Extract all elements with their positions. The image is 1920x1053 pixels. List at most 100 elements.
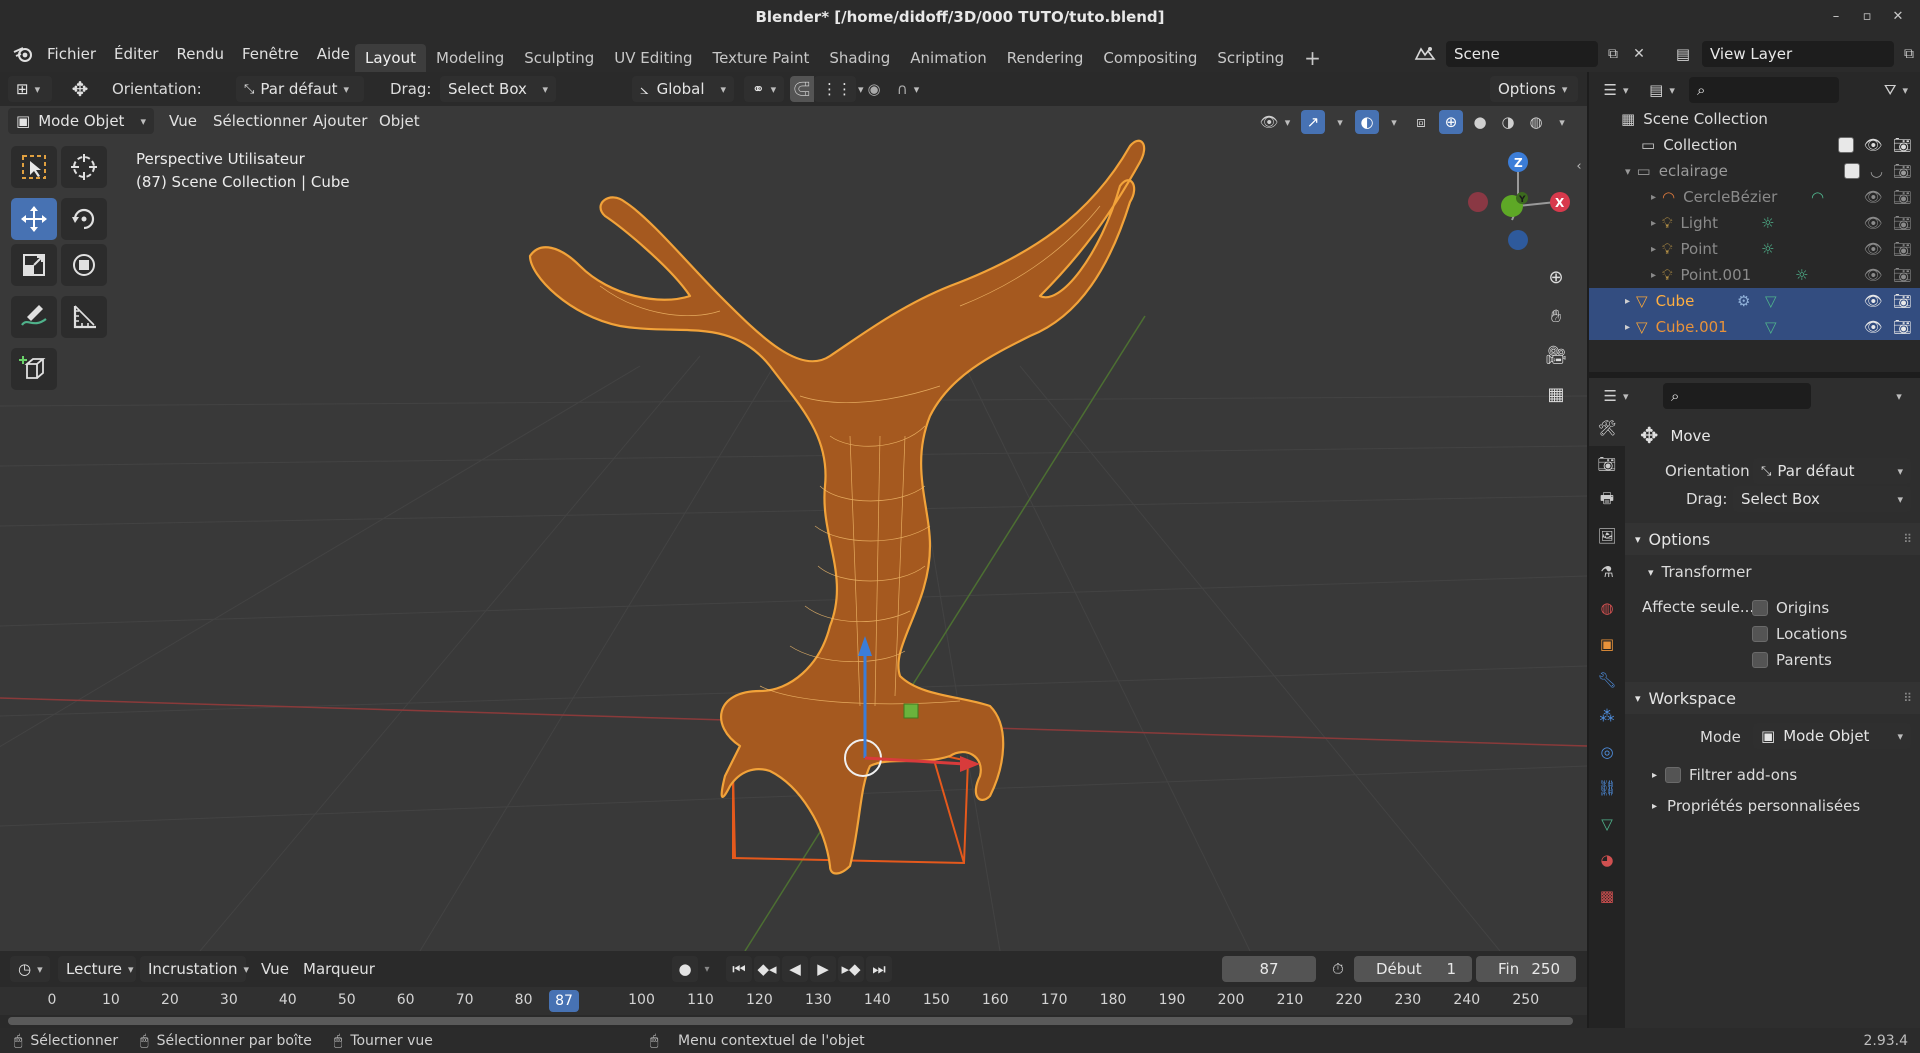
viewport-menu-add[interactable]: Ajouter — [304, 112, 376, 130]
outliner-row-point[interactable]: ▸ 💡︎ Point ☼ 👁︎ 📷︎ — [1589, 236, 1920, 262]
transform-subpanel-header[interactable]: ▾ Transformer — [1648, 560, 1752, 584]
tab-scene[interactable]: ⚗ — [1589, 554, 1625, 590]
prop-drag-dropdown[interactable]: Select Box ▾ — [1733, 486, 1911, 512]
expand-chevron-icon[interactable]: ▸ — [1651, 192, 1656, 203]
properties-editor-icon[interactable]: ☰ ▾ — [1597, 383, 1635, 409]
tool-measure[interactable] — [61, 296, 107, 338]
record-options-icon[interactable]: ▾ — [700, 964, 714, 975]
timeline-menu-marker[interactable]: Marqueur — [294, 960, 384, 978]
tab-modeling[interactable]: Modeling — [426, 44, 514, 72]
menu-file[interactable]: Fichier — [38, 45, 105, 63]
playhead-indicator[interactable]: 87 — [549, 990, 579, 1012]
xray-toggle-icon[interactable]: ⧈ — [1409, 110, 1433, 134]
tab-sculpting[interactable]: Sculpting — [514, 44, 604, 72]
outliner-row-cube-001[interactable]: ▸ ▽ Cube.001 ▽ 👁︎ 📷︎ — [1589, 314, 1920, 340]
tab-rendering[interactable]: Rendering — [997, 44, 1094, 72]
3d-viewport[interactable]: ▣ Mode Objet ▾ Vue Sélectionner Ajouter O… — [0, 106, 1587, 951]
prev-keyframe-icon[interactable]: ◆◂ — [754, 956, 780, 982]
viewport-menu-object[interactable]: Objet — [370, 112, 429, 130]
pivot-point-dropdown[interactable]: ⚭ ▾ — [744, 76, 784, 102]
tab-object[interactable]: ▣ — [1589, 626, 1625, 662]
expand-chevron-icon[interactable]: ▸ — [1625, 322, 1630, 333]
timeline-editor-dropdown[interactable]: ◷ ▾ — [10, 956, 50, 982]
eye-icon[interactable]: 👁︎ — [1864, 188, 1883, 206]
timeline-menu-playback[interactable]: Lecture ▾ — [58, 956, 136, 982]
tab-world[interactable]: ◍ — [1589, 590, 1625, 626]
filter-addons-subpanel[interactable]: ▸ Filtrer add-ons — [1652, 766, 1797, 784]
tool-transform[interactable] — [61, 244, 107, 286]
material-shading-icon[interactable]: ◑ — [1497, 110, 1519, 134]
tool-scale[interactable] — [11, 244, 57, 286]
checkbox[interactable] — [1752, 652, 1768, 668]
timeline-scrollbar[interactable] — [8, 1017, 1573, 1025]
eye-icon[interactable]: 👁︎ — [1864, 318, 1883, 336]
viewport-menu-select[interactable]: Sélectionner — [204, 112, 316, 130]
tool-select-box[interactable] — [11, 146, 57, 188]
camera-render-icon[interactable]: 📷︎ — [1893, 266, 1912, 284]
eye-icon[interactable]: 👁︎ — [1864, 266, 1883, 284]
properties-options-icon[interactable]: ▾ — [1887, 383, 1911, 409]
exclude-checkbox[interactable] — [1837, 137, 1854, 153]
outliner-editor-icon[interactable]: ☰ ▾ — [1597, 77, 1635, 103]
eye-icon[interactable]: 👁︎ — [1864, 292, 1883, 310]
tab-shading[interactable]: Shading — [819, 44, 900, 72]
new-view-layer-icon[interactable]: ⧉ — [1898, 46, 1920, 62]
outliner-search-input[interactable]: ⌕ — [1689, 77, 1839, 103]
tab-texture-paint[interactable]: Texture Paint — [703, 44, 820, 72]
tab-material[interactable]: ◕ — [1589, 842, 1625, 878]
hidden-eye-icon[interactable]: ◡ — [1870, 162, 1883, 180]
properties-search-input[interactable]: ⌕ — [1663, 383, 1811, 409]
blender-logo-icon[interactable] — [8, 44, 38, 64]
play-reverse-icon[interactable]: ◀ — [782, 956, 808, 982]
tab-particles[interactable]: ⁂ — [1589, 698, 1625, 734]
scene-icon[interactable] — [1408, 41, 1442, 67]
scrollbar-thumb[interactable] — [8, 1017, 1573, 1025]
tab-tool-settings[interactable]: 🛠︎ — [1589, 410, 1625, 446]
transform-orientation-dropdown[interactable]: ⦣ Global ▾ — [632, 76, 734, 102]
tab-physics[interactable]: ◎ — [1589, 734, 1625, 770]
outliner-row-collection[interactable]: ▭ Collection 👁︎ 📷︎ — [1589, 132, 1920, 158]
minimize-button[interactable]: – — [1826, 9, 1846, 24]
menu-edit[interactable]: Éditer — [105, 45, 167, 63]
gizmo-options-icon[interactable]: ▾ — [1331, 110, 1349, 134]
shading-options-icon[interactable]: ▾ — [1553, 110, 1571, 134]
next-keyframe-icon[interactable]: ▸◆ — [838, 956, 864, 982]
timeline-menu-view[interactable]: Vue — [252, 960, 298, 978]
eye-icon[interactable]: 👁︎ — [1864, 240, 1883, 258]
add-workspace-button[interactable]: + — [1294, 44, 1331, 72]
checkbox[interactable] — [1752, 600, 1768, 616]
snap-target-dropdown[interactable]: ⋮⋮ ▾ — [814, 76, 864, 102]
gizmo-toggle-icon[interactable]: ↗ — [1301, 110, 1325, 134]
tab-texture[interactable]: ▩ — [1589, 878, 1625, 914]
menu-render[interactable]: Rendu — [167, 45, 233, 63]
exclude-checkbox[interactable] — [1843, 163, 1860, 179]
outliner-row-cube[interactable]: ▸ ▽ Cube ⚙ ▽ 👁︎ 📷︎ — [1589, 288, 1920, 314]
perspective-toggle-button[interactable]: ▦ — [1539, 377, 1573, 411]
checkbox[interactable] — [1665, 767, 1682, 783]
proportional-falloff-icon[interactable]: ∩ ▾ — [890, 76, 926, 102]
overlay-options-icon[interactable]: ▾ — [1385, 110, 1403, 134]
menu-help[interactable]: Aide — [308, 45, 359, 63]
menu-window[interactable]: Fenêtre — [233, 45, 308, 63]
view-layer-icon[interactable]: ▤ — [1668, 41, 1698, 67]
close-window-button[interactable]: ✕ — [1888, 9, 1908, 24]
play-icon[interactable]: ▶ — [810, 956, 836, 982]
camera-render-icon[interactable]: 📷︎ — [1893, 240, 1912, 258]
eye-icon[interactable]: 👁︎ — [1864, 136, 1883, 154]
solid-shading-icon[interactable]: ● — [1469, 110, 1491, 134]
tab-data[interactable]: ▽ — [1589, 806, 1625, 842]
current-frame-field[interactable]: 87 — [1222, 956, 1316, 982]
new-scene-icon[interactable]: ⧉ — [1602, 46, 1624, 62]
delete-scene-icon[interactable]: ✕ — [1628, 46, 1650, 62]
orientation-dropdown[interactable]: ⤡ Par défaut ▾ — [236, 76, 364, 102]
outliner-row-cerclebezier[interactable]: ▸ ◠ CercleBézier ◠ 👁︎ 📷︎ — [1589, 184, 1920, 210]
view-layer-field[interactable]: View Layer — [1702, 41, 1894, 67]
camera-render-icon[interactable]: 📷︎ — [1893, 292, 1912, 310]
tab-view-layer[interactable]: 🖼︎ — [1589, 518, 1625, 554]
eye-icon[interactable]: 👁︎ — [1864, 214, 1883, 232]
scene-name-field[interactable]: Scene — [1446, 41, 1598, 67]
tab-animation[interactable]: Animation — [900, 44, 996, 72]
zoom-view-button[interactable]: ⊕ — [1539, 260, 1573, 294]
object-mode-dropdown[interactable]: ▣ Mode Objet ▾ — [8, 108, 154, 134]
expand-chevron-icon[interactable]: ▸ — [1651, 270, 1656, 281]
